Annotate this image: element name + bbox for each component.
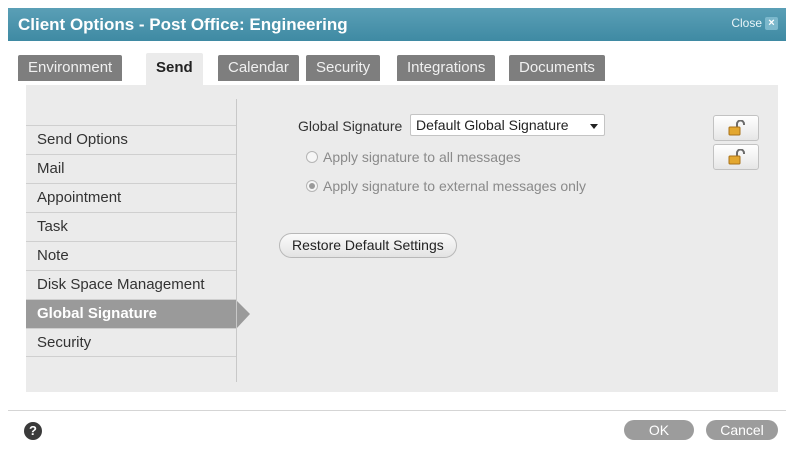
radio-apply-all-label: Apply signature to all messages xyxy=(323,149,521,165)
close-icon[interactable]: × xyxy=(765,16,778,30)
restore-defaults-button[interactable]: Restore Default Settings xyxy=(279,233,457,258)
global-signature-label: Global Signature xyxy=(298,118,403,134)
radio-apply-external[interactable]: Apply signature to external messages onl… xyxy=(306,178,586,194)
dialog-title: Client Options - Post Office: Engineerin… xyxy=(18,15,348,34)
global-signature-value: Default Global Signature xyxy=(416,117,569,133)
sidebar-nav: Send Options Mail Appointment Task Note … xyxy=(26,125,250,357)
cancel-button[interactable]: Cancel xyxy=(706,420,778,440)
close-button[interactable]: Close × xyxy=(731,16,778,30)
sidebar-item-appointment[interactable]: Appointment xyxy=(26,183,236,212)
radio-apply-all[interactable]: Apply signature to all messages xyxy=(306,149,521,165)
radio-button-all[interactable] xyxy=(306,151,318,163)
lock-toggle-signature[interactable] xyxy=(713,115,759,141)
close-label: Close xyxy=(731,16,762,30)
sidebar-item-security[interactable]: Security xyxy=(26,328,236,357)
sidebar-item-disk-space-management[interactable]: Disk Space Management xyxy=(26,270,236,299)
tab-documents[interactable]: Documents xyxy=(509,55,605,81)
lock-toggle-apply[interactable] xyxy=(713,144,759,170)
tab-strip: Environment Send Calendar Security Integ… xyxy=(8,41,786,85)
panel-divider xyxy=(236,99,237,382)
ok-button[interactable]: OK xyxy=(624,420,694,440)
tab-environment[interactable]: Environment xyxy=(18,55,123,81)
sidebar-item-global-signature[interactable]: Global Signature xyxy=(26,299,250,329)
radio-apply-external-label: Apply signature to external messages onl… xyxy=(323,178,587,194)
client-options-dialog: Client Options - Post Office: Engineerin… xyxy=(8,0,786,450)
options-panel: Send Options Mail Appointment Task Note … xyxy=(26,85,778,392)
tab-calendar[interactable]: Calendar xyxy=(218,55,299,81)
help-icon[interactable]: ? xyxy=(24,422,42,440)
unlock-icon xyxy=(728,149,745,165)
sidebar-item-send-options[interactable]: Send Options xyxy=(26,125,236,154)
global-signature-select[interactable]: Default Global Signature xyxy=(410,114,605,136)
footer-separator xyxy=(8,410,786,411)
title-bar: Client Options - Post Office: Engineerin… xyxy=(8,8,786,41)
sidebar-item-task[interactable]: Task xyxy=(26,212,236,241)
chevron-down-icon xyxy=(590,124,598,129)
radio-button-external[interactable] xyxy=(306,180,318,192)
unlock-icon xyxy=(728,120,745,136)
tab-send[interactable]: Send xyxy=(146,53,203,85)
sidebar-item-mail[interactable]: Mail xyxy=(26,154,236,183)
tab-integrations[interactable]: Integrations xyxy=(397,55,496,81)
tab-security[interactable]: Security xyxy=(306,55,381,81)
sidebar-item-note[interactable]: Note xyxy=(26,241,236,270)
